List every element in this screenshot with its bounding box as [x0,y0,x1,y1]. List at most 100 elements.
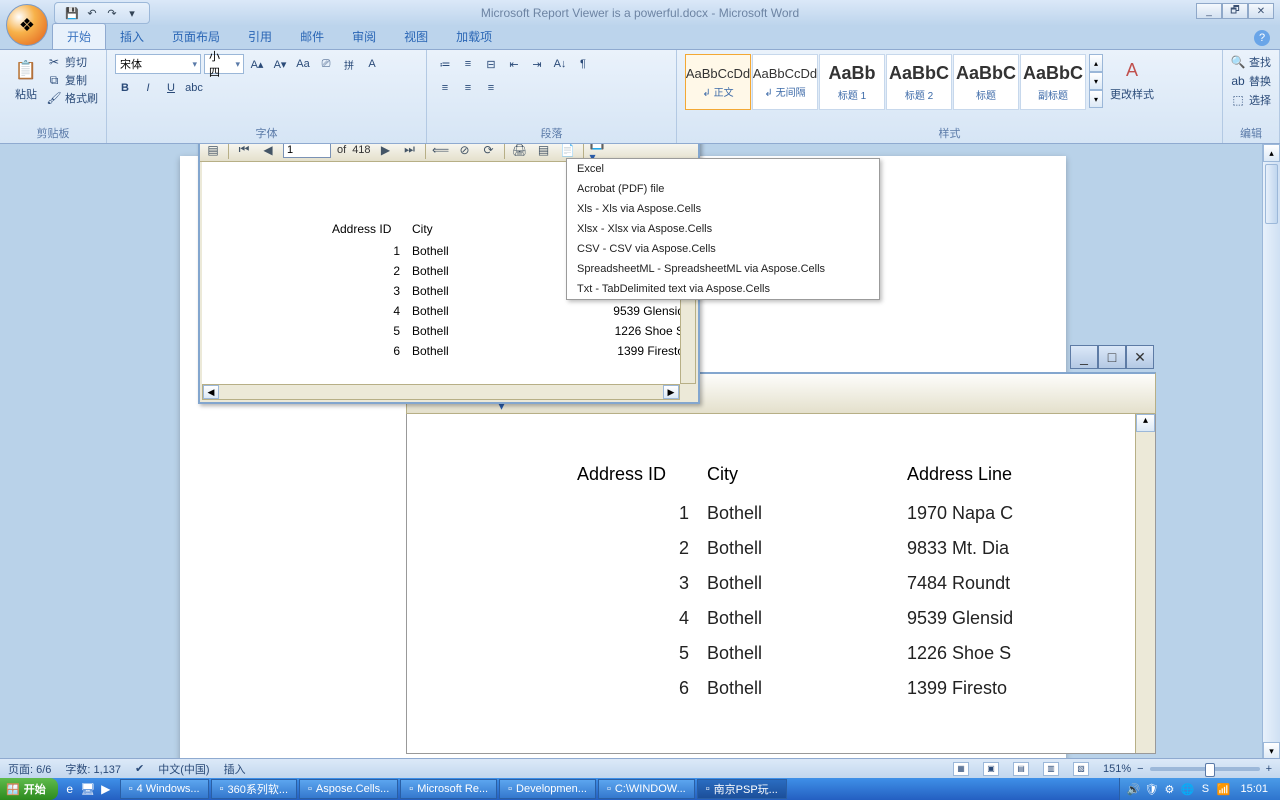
tab-home[interactable]: 开始 [52,23,106,49]
tab-layout[interactable]: 页面布局 [158,24,234,49]
maximize-button[interactable]: □ [1098,345,1126,369]
export-option[interactable]: Excel [567,159,879,179]
last-page-icon[interactable]: ⏭ [401,144,419,159]
qat-more-icon[interactable]: ▾ [125,6,139,20]
tray-icon[interactable]: 🔊 [1126,782,1140,796]
taskbar-item[interactable]: ▫4 Windows... [120,779,209,799]
grow-font-icon[interactable]: A▴ [247,54,267,74]
export-option[interactable]: CSV - CSV via Aspose.Cells [567,239,879,259]
numbering-icon[interactable]: ≡ [458,54,478,74]
multilevel-icon[interactable]: ⊟ [481,54,501,74]
style-item[interactable]: AaBbCcDd↲ 无间隔 [752,54,818,110]
page-input[interactable] [283,144,331,158]
status-lang[interactable]: 中文(中国) [158,761,209,777]
font-size-combo[interactable]: 小四 [204,54,244,74]
zoom-in-icon[interactable]: + [1266,763,1272,775]
tab-review[interactable]: 审阅 [338,24,390,49]
cut-button[interactable]: ✂剪切 [47,54,98,70]
gallery-up-icon[interactable]: ▴ [1089,54,1103,72]
export-option[interactable]: SpreadsheetML - SpreadsheetML via Aspose… [567,259,879,279]
taskbar-item[interactable]: ▫C:\WINDOW... [598,779,695,799]
status-page[interactable]: 页面: 6/6 [8,761,51,777]
restore-button[interactable]: 🗗 [1222,3,1248,19]
zoom-out-icon[interactable]: − [1137,763,1143,775]
ie-icon[interactable]: e [62,781,78,797]
bold-button[interactable]: B [115,78,135,98]
undo-icon[interactable]: ↶ [85,6,99,20]
first-page-icon[interactable]: ⏮ [235,144,253,159]
close-button[interactable]: ✕ [1248,3,1274,19]
italic-button[interactable]: I [138,78,158,98]
scroll-left-icon[interactable]: ◀ [203,385,219,399]
refresh-icon[interactable]: ⟳ [480,144,498,159]
help-icon[interactable]: ? [1254,30,1270,46]
export-option[interactable]: Xls - Xls via Aspose.Cells [567,199,879,219]
clock[interactable]: 15:01 [1234,783,1274,795]
tray-icon[interactable]: 🌐 [1180,782,1194,796]
status-mode[interactable]: 插入 [224,761,246,777]
taskbar-item[interactable]: ▫Aspose.Cells... [299,779,398,799]
tab-insert[interactable]: 插入 [106,24,158,49]
page-setup-icon[interactable]: 📄 [559,144,577,159]
scroll-thumb[interactable] [1265,164,1278,224]
bullets-icon[interactable]: ≔ [435,54,455,74]
align-left-icon[interactable]: ≡ [435,78,455,98]
taskbar-item[interactable]: ▫360系列软... [211,779,297,799]
align-center-icon[interactable]: ≡ [458,78,478,98]
minimize-button[interactable]: _ [1070,345,1098,369]
print-layout-icon[interactable]: ▤ [535,144,553,159]
replace-button[interactable]: ab替换 [1231,73,1271,89]
scroll-right-icon[interactable]: ▶ [663,385,679,399]
select-button[interactable]: ⬚选择 [1231,92,1271,108]
redo-icon[interactable]: ↷ [105,6,119,20]
font-name-combo[interactable]: 宋体 [115,54,201,74]
minimize-button[interactable]: _ [1196,3,1222,19]
change-styles-button[interactable]: A 更改样式 [1106,54,1158,104]
gallery-down-icon[interactable]: ▾ [1089,72,1103,90]
player-icon[interactable]: ▶ [98,781,114,797]
show-marks-icon[interactable]: ¶ [573,54,593,74]
doc-icon[interactable]: ▤ [204,144,222,159]
taskbar-item[interactable]: ▫南京PSP玩... [697,779,787,799]
shrink-font-icon[interactable]: A▾ [270,54,290,74]
tab-mailings[interactable]: 邮件 [286,24,338,49]
scroll-up-icon[interactable]: ▴ [1263,144,1280,162]
export-option[interactable]: Txt - TabDelimited text via Aspose.Cells [567,279,879,299]
close-button[interactable]: ✕ [1126,345,1154,369]
style-item[interactable]: AaBbCcDd↲ 正文 [685,54,751,110]
next-page-icon[interactable]: ▶ [377,144,395,159]
style-item[interactable]: AaBbC副标题 [1020,54,1086,110]
desktop-icon[interactable]: 🖥 [80,781,96,797]
underline-button[interactable]: U [161,78,181,98]
indent-inc-icon[interactable]: ⇥ [527,54,547,74]
gallery-more-icon[interactable]: ▾ [1089,90,1103,108]
taskbar-item[interactable]: ▫Developmen... [499,779,596,799]
back-icon[interactable]: ⟸ [432,144,450,159]
start-button[interactable]: 🪟开始 [0,778,58,800]
style-item[interactable]: AaBbC标题 [953,54,1019,110]
prev-page-icon[interactable]: ◀ [259,144,277,159]
copy-button[interactable]: ⧉复制 [47,72,98,88]
stop-icon[interactable]: ⊘ [456,144,474,159]
style-item[interactable]: AaBb标题 1 [819,54,885,110]
sort-icon[interactable]: A↓ [550,54,570,74]
tab-view[interactable]: 视图 [390,24,442,49]
phonetic-icon[interactable]: 拼 [339,54,359,74]
office-button[interactable]: ❖ [6,4,48,46]
export-save-icon[interactable]: 💾▾ [590,144,608,159]
strike-button[interactable]: abc [184,78,204,98]
tab-addins[interactable]: 加载项 [442,24,506,49]
clear-format-icon[interactable]: Aa [293,54,313,74]
format-painter-button[interactable]: 🖌格式刷 [47,90,98,106]
tray-icon[interactable]: 📶 [1216,782,1230,796]
find-button[interactable]: 🔍查找 [1231,54,1271,70]
view-draft-icon[interactable]: ▧ [1073,762,1089,776]
scroll-up-icon[interactable]: ▴ [1136,414,1155,432]
status-words[interactable]: 字数: 1,137 [65,761,121,777]
export-option[interactable]: Acrobat (PDF) file [567,179,879,199]
paste-button[interactable]: 📋 粘贴 [8,54,44,104]
view-outline-icon[interactable]: ▥ [1043,762,1059,776]
view-web-icon[interactable]: ▤ [1013,762,1029,776]
print-icon[interactable]: 🖨 [511,144,529,159]
align-right-icon[interactable]: ≡ [481,78,501,98]
